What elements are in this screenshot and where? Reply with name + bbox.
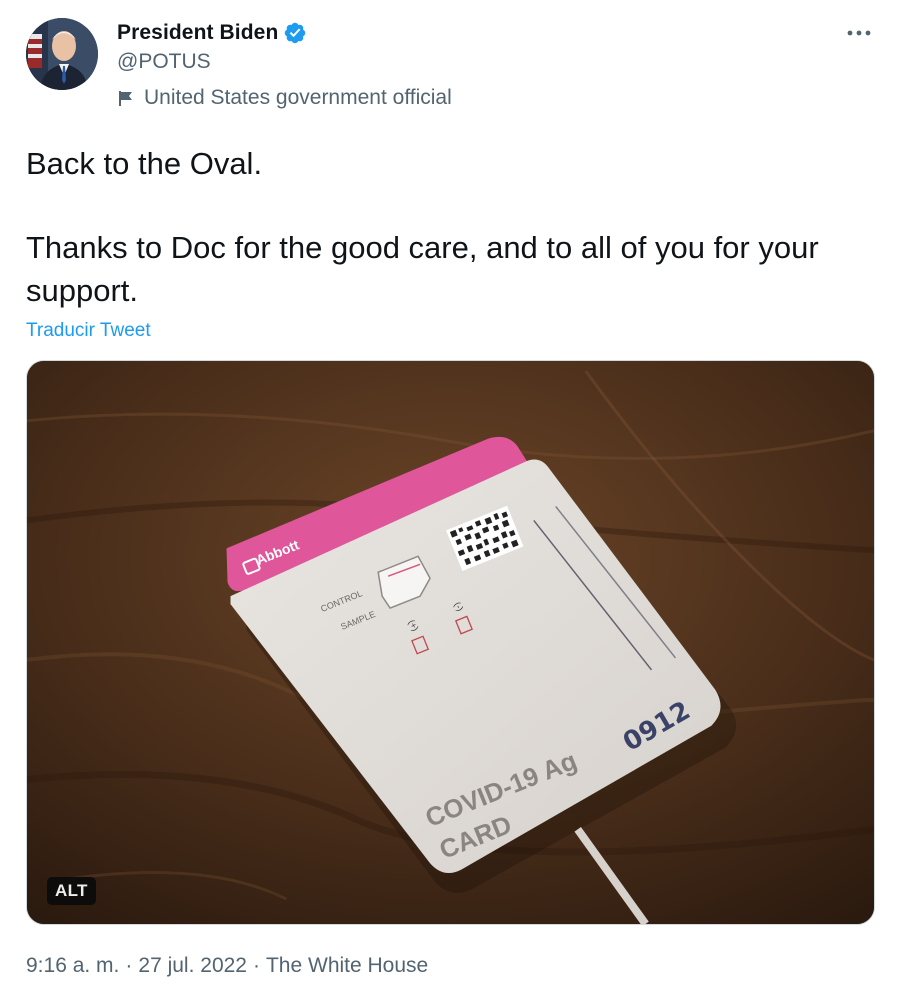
government-label-text: United States government official [144,86,452,109]
more-options-icon [847,30,871,36]
flag-icon [117,89,135,107]
handle[interactable]: @POTUS [117,49,452,75]
tweet-date[interactable]: 27 jul. 2022 [138,952,247,980]
display-name[interactable]: President Biden [117,21,278,45]
tweet-text-line-2: Thanks to Doc for the good care, and to … [26,230,819,308]
avatar-photo [26,18,98,90]
tweet-source[interactable]: The White House [266,952,428,980]
meta-separator: · [252,954,260,977]
tweet-text-line-1: Back to the Oval. [26,146,263,181]
tweet-text: Back to the Oval. Thanks to Doc for the … [26,142,876,312]
avatar[interactable] [26,18,98,90]
tweet-time[interactable]: 9:16 a. m. [26,952,119,980]
alt-text-badge[interactable]: ALT [47,877,96,905]
government-label: United States government official [117,85,452,111]
tweet-card: President Biden @POTUS United States gov… [0,0,900,990]
meta-separator: · [125,954,133,977]
tweet-photo[interactable]: Abbott CONTROL SAMPLE (+) (-) COVID-19 A… [26,360,875,925]
more-options-button[interactable] [844,20,874,46]
name-row: President Biden [117,18,452,48]
tweet-metadata: 9:16 a. m. · 27 jul. 2022 · The White Ho… [26,952,428,980]
verified-badge-icon [283,21,307,45]
translate-tweet-link[interactable]: Traducir Tweet [26,319,151,343]
author-block: President Biden @POTUS United States gov… [117,18,452,111]
covid-test-card-photo: Abbott CONTROL SAMPLE (+) (-) COVID-19 A… [27,361,874,924]
